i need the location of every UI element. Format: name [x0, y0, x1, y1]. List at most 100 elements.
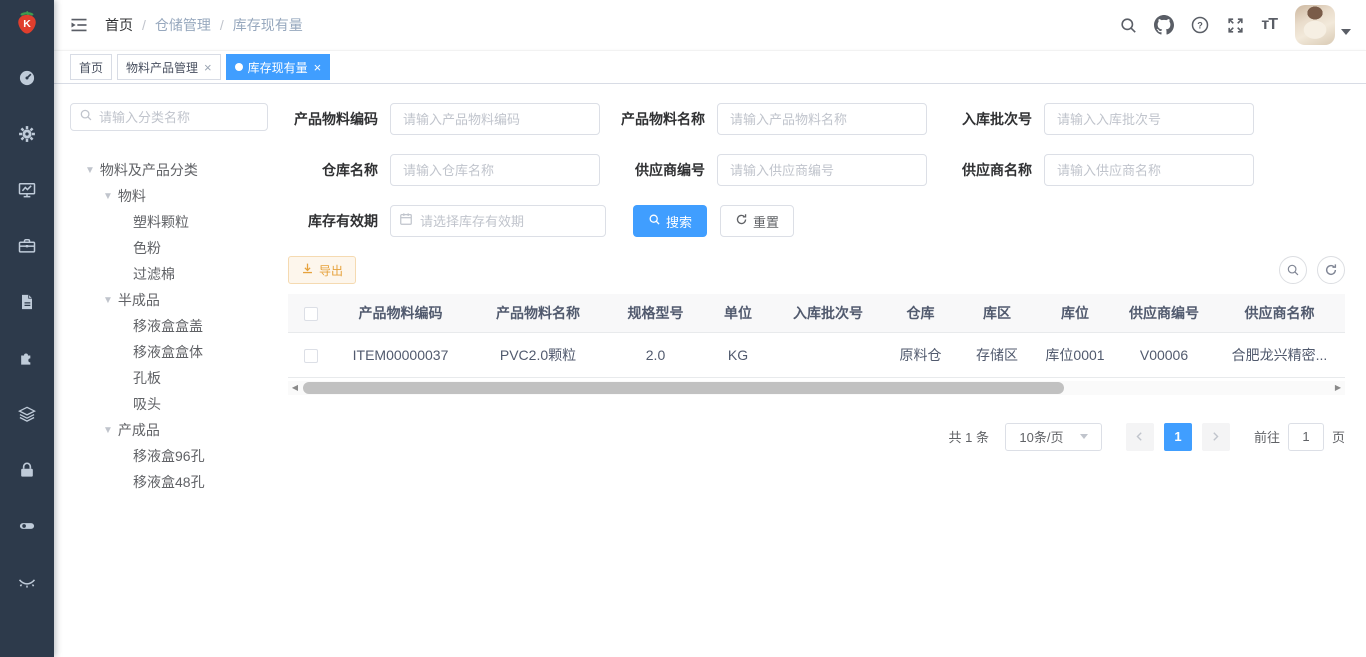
close-icon[interactable]: ×: [204, 61, 212, 74]
field-label: 供应商编号: [615, 160, 717, 180]
column-header[interactable]: 供应商名称: [1214, 294, 1345, 332]
scrollbar-thumb[interactable]: [303, 382, 1064, 394]
column-header[interactable]: 规格型号: [608, 294, 703, 332]
sidebar-item-toggle[interactable]: [0, 498, 54, 554]
tree-node-material[interactable]: ▼物料: [70, 183, 280, 209]
column-header[interactable]: 单位: [703, 294, 773, 332]
tree-node-leaf[interactable]: 移液盒48孔: [70, 469, 280, 495]
search-icon[interactable]: [1111, 0, 1146, 50]
tree-node-leaf[interactable]: 色粉: [70, 235, 280, 261]
tree-node-leaf[interactable]: 移液盒96孔: [70, 443, 280, 469]
select-all-checkbox[interactable]: [304, 307, 318, 321]
monitor-chart-icon: [17, 180, 37, 200]
column-header[interactable]: 入库批次号: [773, 294, 883, 332]
supplier-name-input[interactable]: [1044, 154, 1254, 186]
hamburger-icon[interactable]: [69, 15, 89, 35]
warehouse-name-input[interactable]: [390, 154, 600, 186]
sidebar-item-document[interactable]: [0, 274, 54, 330]
close-icon[interactable]: ×: [314, 61, 322, 74]
sidebar-item-permission[interactable]: [0, 442, 54, 498]
search-button[interactable]: 搜索: [633, 205, 707, 237]
sidebar-item-monitor[interactable]: [0, 162, 54, 218]
column-header[interactable]: 仓库: [883, 294, 958, 332]
item-code-input[interactable]: [390, 103, 600, 135]
column-header[interactable]: 产品物料名称: [468, 294, 608, 332]
prev-page-button[interactable]: [1126, 423, 1154, 451]
svg-text:K: K: [23, 18, 31, 30]
scroll-left-arrow-icon[interactable]: ◀: [288, 381, 302, 395]
sidebar-item-component[interactable]: [0, 330, 54, 386]
search-icon: [79, 108, 93, 127]
tree-node-leaf[interactable]: 塑料颗粒: [70, 209, 280, 235]
export-button[interactable]: 导出: [288, 256, 356, 284]
tree-node-root[interactable]: ▼物料及产品分类: [70, 157, 280, 183]
expiry-date-input[interactable]: [420, 214, 597, 229]
tags-view-bar: 首页 物料产品管理 × 库存现有量 ×: [54, 50, 1366, 84]
chevron-down-icon[interactable]: [1341, 29, 1351, 35]
tab-material-product-mgmt[interactable]: 物料产品管理 ×: [117, 54, 221, 80]
column-header[interactable]: 库区: [958, 294, 1036, 332]
font-size-icon[interactable]: тT: [1253, 0, 1285, 50]
fullscreen-icon[interactable]: [1218, 0, 1253, 50]
cell-unit: KG: [703, 332, 773, 377]
tree-node-label: 移液盒48孔: [133, 472, 205, 492]
app-logo[interactable]: K: [0, 0, 54, 50]
item-name-input[interactable]: [717, 103, 927, 135]
tree-node-label: 产成品: [118, 420, 160, 440]
batch-no-input[interactable]: [1044, 103, 1254, 135]
field-item-name: 产品物料名称: [615, 103, 927, 135]
next-page-button[interactable]: [1202, 423, 1230, 451]
page-size-select[interactable]: 10条/页: [1005, 423, 1102, 451]
goto-page-input[interactable]: [1288, 423, 1324, 451]
column-header[interactable]: 库位: [1036, 294, 1114, 332]
row-checkbox[interactable]: [304, 349, 318, 363]
tab-home[interactable]: 首页: [70, 54, 112, 80]
filter-form: 产品物料编码 产品物料名称 入库批次号: [288, 103, 1345, 256]
pagination: 共 1 条 10条/页 1 前往 页: [288, 423, 1345, 451]
search-button-label: 搜索: [666, 212, 692, 231]
category-search-input[interactable]: [99, 110, 259, 125]
sidebar-item-toolbox[interactable]: [0, 218, 54, 274]
refresh-table-button[interactable]: [1317, 256, 1345, 284]
tree-node-semifinished[interactable]: ▼半成品: [70, 287, 280, 313]
row-checkbox-cell: [288, 332, 333, 377]
toggle-search-button[interactable]: [1279, 256, 1307, 284]
help-icon[interactable]: ?: [1182, 0, 1218, 50]
tree-node-finished[interactable]: ▼ 产成品: [70, 417, 280, 443]
expiry-date-picker[interactable]: [390, 205, 606, 237]
tree-node-leaf[interactable]: 移液盒盒体: [70, 339, 280, 365]
tree-node-leaf[interactable]: 移液盒盒盖: [70, 313, 280, 339]
category-tree-panel: ▼物料及产品分类 ▼物料 塑料颗粒 色粉 过滤棉 ▼半成品 移液盒盒盖 移液盒盒…: [70, 103, 280, 657]
avatar[interactable]: [1295, 5, 1335, 45]
column-header[interactable]: 产品物料编码: [333, 294, 468, 332]
field-warehouse-name: 仓库名称: [288, 154, 600, 186]
tree-node-label: 移液盒96孔: [133, 446, 205, 466]
tree-node-leaf[interactable]: 孔板: [70, 365, 280, 391]
supplier-code-input[interactable]: [717, 154, 927, 186]
tab-label: 首页: [79, 59, 103, 76]
scroll-right-arrow-icon[interactable]: ▶: [1331, 381, 1345, 395]
horizontal-scrollbar[interactable]: ◀ ▶: [288, 381, 1345, 395]
column-header[interactable]: 供应商编号: [1114, 294, 1214, 332]
tab-inventory-on-hand[interactable]: 库存现有量 ×: [226, 54, 331, 80]
caret-down-icon[interactable]: ▼: [85, 165, 95, 176]
toolbox-icon: [17, 236, 37, 256]
sidebar-item-dashboard[interactable]: [0, 50, 54, 106]
caret-down-icon[interactable]: ▼: [103, 295, 113, 306]
page-number-1[interactable]: 1: [1164, 423, 1192, 451]
table-row[interactable]: ITEM00000037 PVC2.0颗粒 2.0 KG 原料仓 存储区 库位0…: [288, 332, 1345, 377]
field-supplier-name: 供应商名称: [942, 154, 1254, 186]
cell-storage-area: 存储区: [958, 332, 1036, 377]
breadcrumb-home[interactable]: 首页: [105, 15, 133, 35]
caret-down-icon[interactable]: ▼: [103, 191, 113, 202]
app-root: K: [0, 0, 1366, 657]
tree-node-leaf[interactable]: 吸头: [70, 391, 280, 417]
sidebar-item-settings[interactable]: [0, 106, 54, 162]
caret-down-icon[interactable]: ▼: [103, 425, 113, 436]
github-icon[interactable]: [1146, 0, 1182, 50]
reset-button[interactable]: 重置: [720, 205, 794, 237]
cell-supplier-code: V00006: [1114, 332, 1214, 377]
sidebar-item-theme[interactable]: [0, 554, 54, 610]
sidebar-item-layers[interactable]: [0, 386, 54, 442]
tree-node-leaf[interactable]: 过滤棉: [70, 261, 280, 287]
